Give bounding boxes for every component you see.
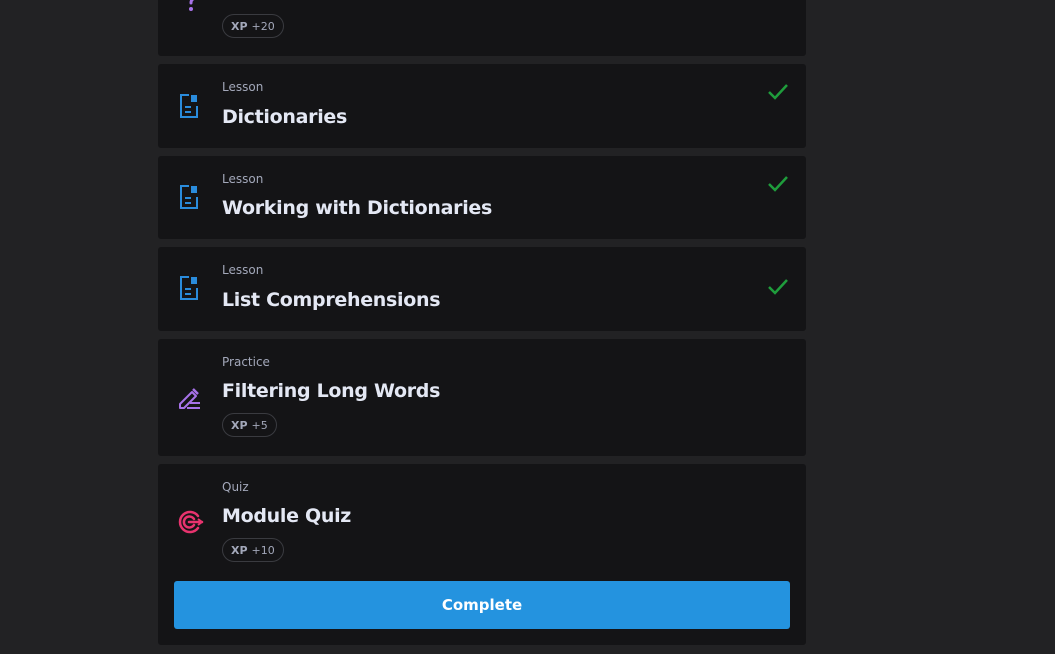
xp-badge: XP +10: [222, 538, 284, 562]
quiz-card-module-quiz[interactable]: Quiz Module Quiz XP +10 Complete: [158, 464, 806, 645]
completed-check-icon: [766, 275, 790, 299]
item-title: Filtering Long Words: [222, 380, 441, 402]
lesson-document-icon: [176, 274, 204, 302]
item-title: List Comprehensions: [222, 289, 441, 311]
item-type-label: Lesson: [222, 80, 264, 94]
lesson-document-icon: [176, 92, 204, 120]
complete-button[interactable]: Complete: [174, 581, 790, 629]
xp-badge-label: XP: [231, 543, 248, 557]
lesson-document-icon: [176, 183, 204, 211]
item-type-label: Lesson: [222, 263, 264, 277]
item-title: Working with Dictionaries: [222, 197, 493, 219]
xp-badge-label: XP: [231, 19, 248, 33]
practice-card-filtering-long-words[interactable]: Practice Filtering Long Words XP +5: [158, 339, 806, 456]
lesson-card-dictionaries[interactable]: Lesson Dictionaries: [158, 64, 806, 148]
lesson-card-working-with-dictionaries[interactable]: Lesson Working with Dictionaries: [158, 156, 806, 239]
completed-check-icon: [766, 172, 790, 196]
completed-check-icon: [766, 80, 790, 104]
target-icon: [176, 508, 204, 536]
xp-badge-value: +20: [251, 19, 275, 33]
lesson-card-list-comprehensions[interactable]: Lesson List Comprehensions: [158, 247, 806, 331]
item-type-label: Quiz: [222, 480, 249, 494]
xp-badge-value: +10: [251, 543, 275, 557]
xp-badge-value: +5: [251, 418, 268, 432]
item-type-label: Lesson: [222, 172, 264, 186]
xp-badge: XP +20: [222, 14, 284, 38]
xp-badge-label: XP: [231, 418, 248, 432]
item-title: Module Quiz: [222, 505, 352, 527]
xp-badge: XP +5: [222, 413, 277, 437]
question-mark-icon: [176, 0, 204, 14]
quiz-card-partial[interactable]: XP +20: [158, 0, 806, 56]
item-title: Dictionaries: [222, 106, 348, 128]
pencil-icon: [176, 383, 204, 411]
item-type-label: Practice: [222, 355, 270, 369]
